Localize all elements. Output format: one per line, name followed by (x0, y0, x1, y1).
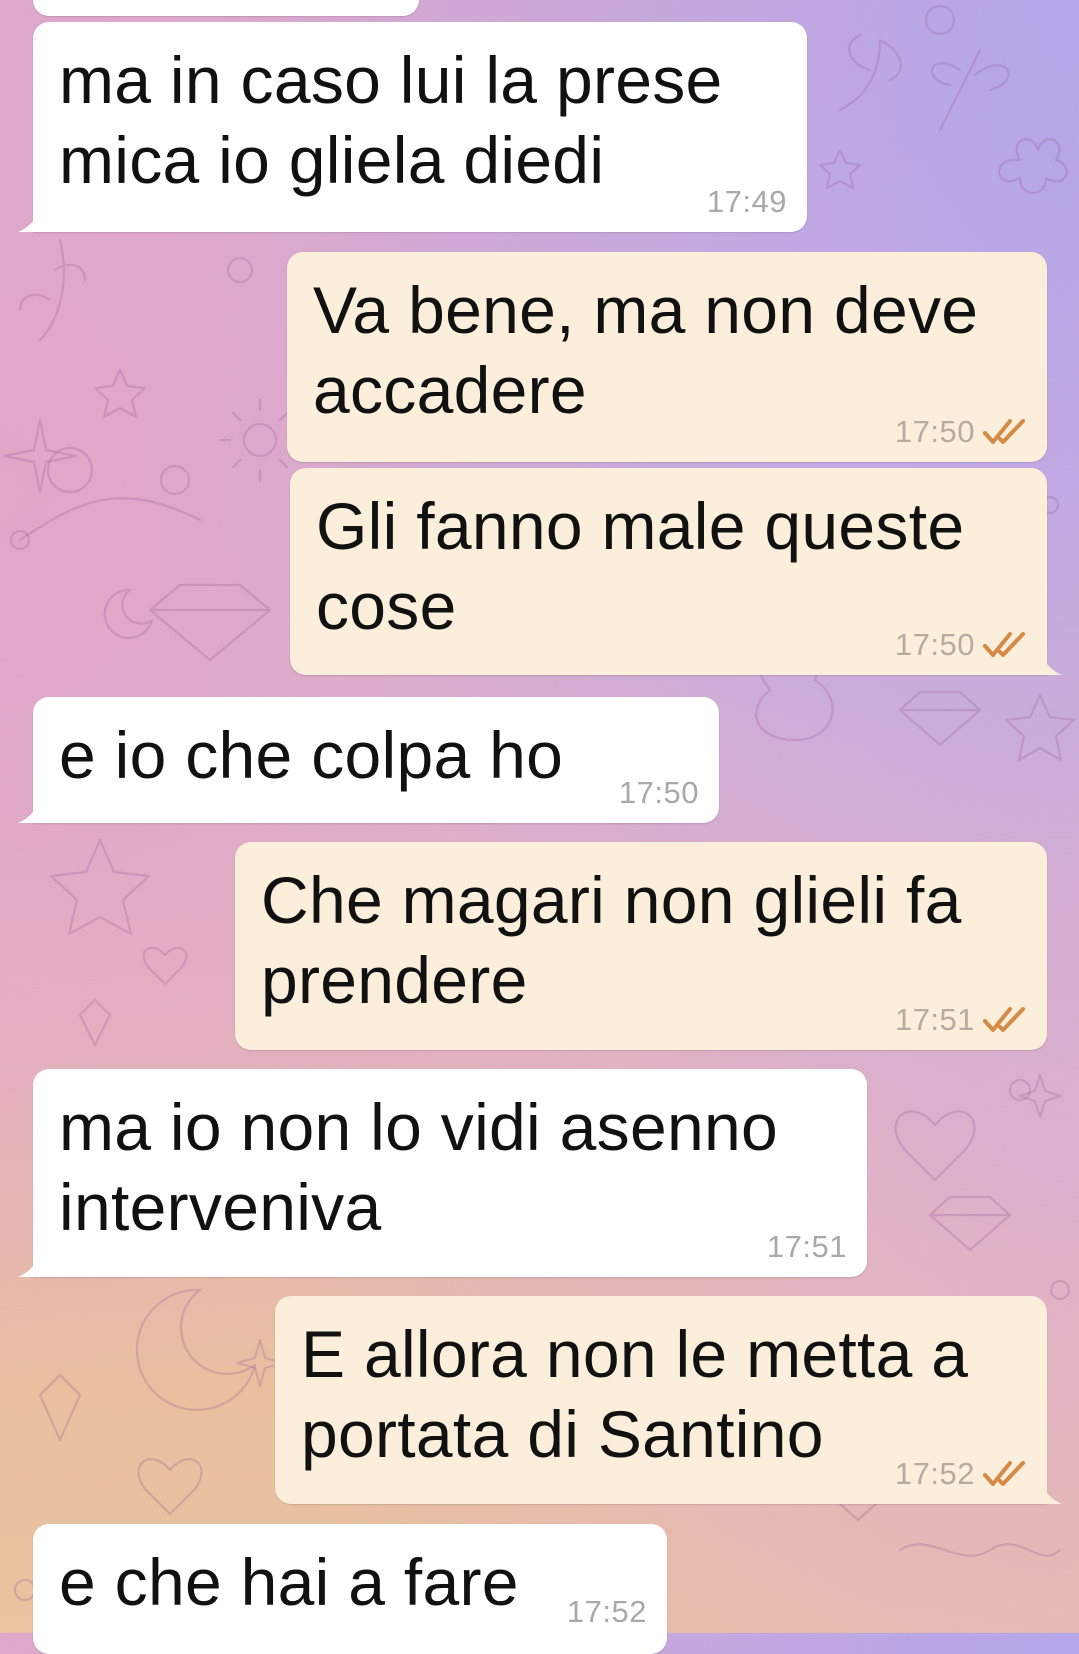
message-text-line: e che hai a fare (59, 1545, 519, 1619)
message-text-line: ma in caso lui la prese (59, 43, 723, 117)
message-timestamp: 17:50 (894, 414, 975, 449)
bubble-tail-icon (18, 799, 40, 823)
message-meta: 17:51 (895, 1002, 1027, 1038)
message-text-line: interveniva (59, 1170, 382, 1244)
message-text-line: Gli fanno male queste (316, 489, 965, 563)
message-text-line: e io che colpa ho (59, 718, 564, 792)
bubble-tail-icon (1040, 651, 1062, 675)
message-bubble-outgoing[interactable]: Gli fanno male queste cose 17:50 (290, 468, 1062, 675)
message-timestamp: 17:52 (566, 1594, 647, 1629)
message-bubble-incoming[interactable]: ma io non lo vidi asenno interveniva 17:… (18, 1069, 867, 1277)
message-timestamp: 17:51 (894, 1002, 975, 1037)
read-ticks-icon (983, 419, 1025, 444)
message-timestamp: 17:50 (894, 627, 975, 662)
message-timestamp: 17:51 (766, 1229, 847, 1264)
read-ticks-icon (983, 632, 1025, 657)
bubble-tail-icon (18, 1253, 40, 1277)
message-timestamp: 17:50 (618, 775, 699, 810)
message-meta: 17:50 (895, 414, 1027, 450)
message-meta: 17:49 (707, 184, 787, 220)
message-text-line: Che magari non glieli fa (261, 863, 962, 937)
message-text-line: E allora non le metta a (301, 1317, 969, 1391)
bubble-tail-icon (1040, 1480, 1062, 1504)
message-bubble-incoming[interactable]: e che hai a fare 17:52 (33, 1524, 667, 1654)
read-ticks-icon (983, 1461, 1025, 1486)
message-text-line: mica io gliela diedi (59, 123, 605, 197)
message-bubble-outgoing[interactable]: E allora non le metta a portata di Santi… (275, 1296, 1062, 1504)
message-meta: 17:50 (619, 775, 699, 811)
message-bubble-outgoing[interactable]: Va bene, ma non deve accadere 17:50 (287, 252, 1047, 462)
bubble-tail-icon (18, 208, 40, 232)
message-timestamp: 17:52 (894, 1456, 975, 1491)
message-bubble-incoming[interactable] (33, 0, 419, 16)
message-meta: 17:52 (567, 1594, 647, 1630)
message-text-line: ma io non lo vidi asenno (59, 1090, 778, 1164)
message-meta: 17:52 (895, 1456, 1027, 1492)
message-bubble-incoming[interactable]: ma in caso lui la prese mica io gliela d… (18, 22, 807, 232)
message-timestamp: 17:49 (706, 184, 787, 219)
message-meta: 17:50 (895, 627, 1027, 663)
message-bubble-incoming[interactable]: e io che colpa ho 17:50 (18, 697, 719, 823)
read-ticks-icon (983, 1007, 1025, 1032)
message-text-line: Va bene, ma non deve (313, 273, 979, 347)
message-meta: 17:51 (767, 1229, 847, 1265)
message-bubble-outgoing[interactable]: Che magari non glieli fa prendere 17:51 (235, 842, 1047, 1050)
chat-message-list[interactable]: ma in caso lui la prese mica io gliela d… (0, 0, 1079, 1654)
